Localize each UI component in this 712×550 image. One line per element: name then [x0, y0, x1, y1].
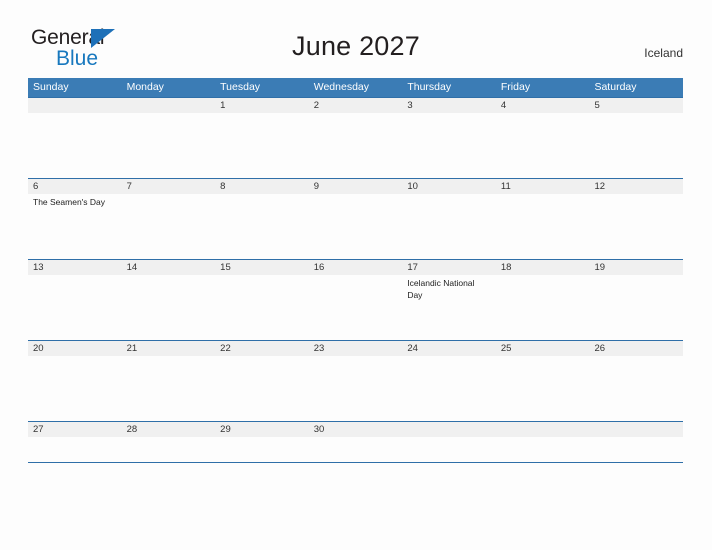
- day-number[interactable]: 9: [309, 179, 403, 194]
- weekday-header-tuesday: Tuesday: [220, 81, 261, 93]
- day-event[interactable]: [122, 194, 216, 259]
- week-event-band: [28, 113, 683, 178]
- day-number[interactable]: 27: [28, 422, 122, 437]
- day-event[interactable]: [215, 275, 309, 340]
- day-number[interactable]: 7: [122, 179, 216, 194]
- week-date-number-band: 13 14 15 16 17 18 19: [28, 260, 683, 275]
- day-number[interactable]: [28, 98, 122, 113]
- day-number[interactable]: 6: [28, 179, 122, 194]
- day-number[interactable]: 23: [309, 341, 403, 356]
- day-event[interactable]: [122, 275, 216, 340]
- page-title: June 2027: [292, 31, 420, 61]
- week-event-band: [28, 356, 683, 421]
- day-event[interactable]: [589, 113, 683, 178]
- day-number[interactable]: 22: [215, 341, 309, 356]
- day-number[interactable]: 4: [496, 98, 590, 113]
- day-number[interactable]: 11: [496, 179, 590, 194]
- calendar-week-row: 1 2 3 4 5: [28, 97, 683, 178]
- day-event[interactable]: [122, 356, 216, 421]
- weekday-header-monday: Monday: [126, 81, 164, 93]
- day-number[interactable]: 17: [402, 260, 496, 275]
- weekday-header-wednesday: Wednesday: [313, 81, 369, 93]
- day-number[interactable]: 26: [589, 341, 683, 356]
- week-date-number-band: 6 7 8 9 10 11 12: [28, 179, 683, 194]
- week-date-number-band: 27 28 29 30: [28, 422, 683, 437]
- day-event[interactable]: [28, 437, 122, 462]
- calendar-week-row: 6 7 8 9 10 11 12 The Seamen's Day: [28, 178, 683, 259]
- day-event[interactable]: [122, 113, 216, 178]
- day-event[interactable]: [402, 113, 496, 178]
- day-event[interactable]: [309, 437, 403, 462]
- day-event[interactable]: [309, 275, 403, 340]
- day-event[interactable]: [402, 194, 496, 259]
- day-event[interactable]: [496, 113, 590, 178]
- weekday-header-friday: Friday: [500, 81, 531, 93]
- day-event[interactable]: [309, 113, 403, 178]
- day-event[interactable]: [215, 194, 309, 259]
- day-number[interactable]: 14: [122, 260, 216, 275]
- day-number[interactable]: 30: [309, 422, 403, 437]
- day-event[interactable]: Icelandic National Day: [402, 275, 496, 340]
- week-event-band: Icelandic National Day: [28, 275, 683, 340]
- day-number[interactable]: 2: [309, 98, 403, 113]
- country-label: Iceland: [644, 46, 683, 60]
- day-event[interactable]: [402, 437, 496, 462]
- day-number[interactable]: 12: [589, 179, 683, 194]
- day-number[interactable]: 28: [122, 422, 216, 437]
- day-event[interactable]: [589, 275, 683, 340]
- day-number[interactable]: 25: [496, 341, 590, 356]
- day-number[interactable]: 29: [215, 422, 309, 437]
- day-event[interactable]: [589, 437, 683, 462]
- day-event[interactable]: [215, 437, 309, 462]
- day-number[interactable]: 10: [402, 179, 496, 194]
- day-event[interactable]: [309, 356, 403, 421]
- day-event[interactable]: [28, 356, 122, 421]
- day-event[interactable]: The Seamen's Day: [28, 194, 122, 259]
- week-date-number-band: 1 2 3 4 5: [28, 98, 683, 113]
- day-number[interactable]: [122, 98, 216, 113]
- day-event[interactable]: [122, 437, 216, 462]
- week-date-number-band: 20 21 22 23 24 25 26: [28, 341, 683, 356]
- day-number[interactable]: 21: [122, 341, 216, 356]
- day-event[interactable]: [496, 356, 590, 421]
- weekday-header-row: Sunday Monday Tuesday Wednesday Thursday…: [28, 78, 683, 97]
- day-event[interactable]: [28, 275, 122, 340]
- day-event[interactable]: [589, 356, 683, 421]
- calendar-grid: Sunday Monday Tuesday Wednesday Thursday…: [28, 78, 683, 463]
- weekday-header-thursday: Thursday: [407, 81, 452, 93]
- day-number[interactable]: 24: [402, 341, 496, 356]
- day-number[interactable]: 8: [215, 179, 309, 194]
- day-event[interactable]: [215, 356, 309, 421]
- day-number[interactable]: 5: [589, 98, 683, 113]
- day-number[interactable]: 3: [402, 98, 496, 113]
- day-number[interactable]: [589, 422, 683, 437]
- weekday-header-saturday: Saturday: [594, 81, 637, 93]
- day-number[interactable]: 20: [28, 341, 122, 356]
- day-number[interactable]: [402, 422, 496, 437]
- day-event[interactable]: [402, 356, 496, 421]
- day-number[interactable]: [496, 422, 590, 437]
- day-event[interactable]: [496, 275, 590, 340]
- day-event[interactable]: [496, 194, 590, 259]
- day-number[interactable]: 18: [496, 260, 590, 275]
- day-number[interactable]: 19: [589, 260, 683, 275]
- day-event[interactable]: [28, 113, 122, 178]
- day-number[interactable]: 15: [215, 260, 309, 275]
- calendar-page: General Blue June 2027 Iceland Sunday Mo…: [0, 0, 712, 550]
- day-number[interactable]: 1: [215, 98, 309, 113]
- day-number[interactable]: 13: [28, 260, 122, 275]
- day-event[interactable]: [589, 194, 683, 259]
- page-header: General Blue June 2027 Iceland: [0, 0, 712, 69]
- day-number[interactable]: 16: [309, 260, 403, 275]
- day-event[interactable]: [309, 194, 403, 259]
- day-event[interactable]: [215, 113, 309, 178]
- day-event[interactable]: [496, 437, 590, 462]
- weekday-header-sunday: Sunday: [33, 81, 69, 93]
- calendar-week-row: 13 14 15 16 17 18 19 Icelandic National …: [28, 259, 683, 340]
- calendar-week-row: 27 28 29 30: [28, 421, 683, 463]
- calendar-week-row: 20 21 22 23 24 25 26: [28, 340, 683, 421]
- week-event-band: The Seamen's Day: [28, 194, 683, 259]
- week-event-band: [28, 437, 683, 462]
